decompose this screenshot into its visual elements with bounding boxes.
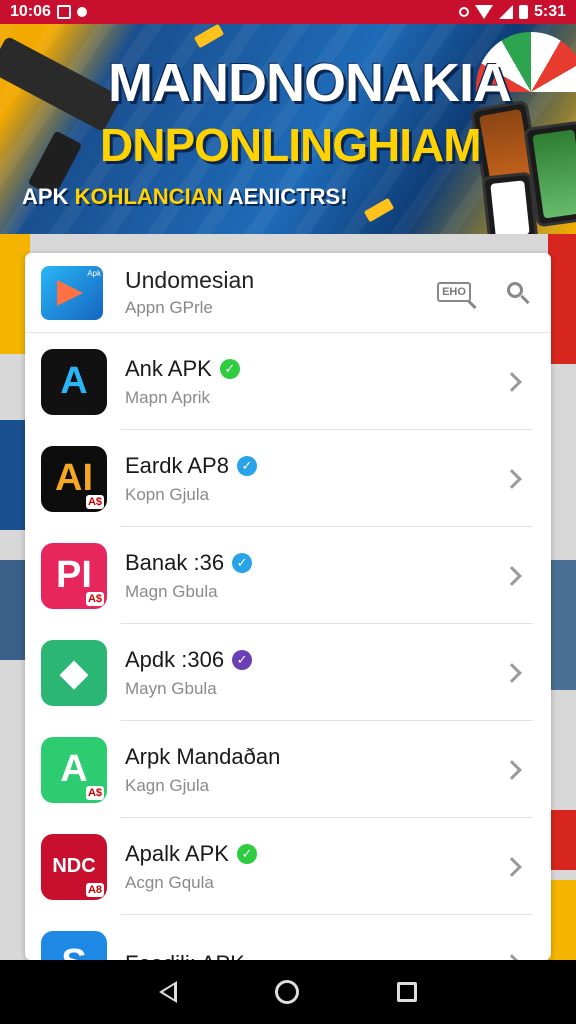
chevron-right-icon[interactable] (502, 371, 522, 392)
chevron-right-icon[interactable] (502, 565, 522, 586)
app-title: Apalk APK (125, 840, 229, 866)
app-text: Apalk APK ✓ Acgn Gqula (125, 841, 257, 893)
app-icon: A (41, 348, 107, 415)
verified-icon: ✓ (236, 455, 257, 476)
app-title: Banak :36 (125, 549, 225, 575)
store-logo-icon: Apk (41, 265, 103, 320)
app-icon-mini-label: A$ (85, 591, 104, 606)
status-time-right: 5:31 (533, 3, 566, 20)
app-icon-glyph: A (60, 360, 88, 402)
app-title-line: Foadili: APK (125, 951, 245, 961)
app-list-item[interactable]: A A$ Arpk Mandaðan Kagn Gjula (25, 721, 551, 818)
header-subtitle: Appn GPrle (125, 298, 213, 317)
app-title-line: Banak :36 ✓ (125, 549, 253, 576)
notification-icon (56, 5, 71, 19)
status-left: 10:06 (10, 3, 87, 21)
navigation-bar (0, 960, 576, 1024)
status-time-left: 10:06 (10, 3, 51, 20)
app-icon: S (41, 930, 107, 960)
app-icon-mini-label: A8 (85, 882, 104, 897)
app-title: Eardk AP8 (125, 452, 229, 478)
app-icon: ◆ (41, 639, 107, 706)
app-text: Foadili: APK (125, 951, 245, 961)
app-icon: NDC A8 (41, 833, 107, 900)
search-icon[interactable] (505, 280, 531, 306)
app-icon: AI A$ (41, 445, 107, 512)
app-icon: PI A$ (41, 542, 107, 609)
app-subtitle: Mayn Gbula (125, 678, 217, 698)
chevron-right-icon[interactable] (502, 662, 522, 683)
app-icon: A A$ (41, 736, 107, 803)
battery-icon (518, 5, 528, 19)
bg-stripe-right-blue (548, 560, 576, 690)
app-subtitle: Kagn Gjula (125, 775, 210, 795)
app-title: Foadili: APK (125, 951, 245, 961)
app-subtitle: Kopn Gjula (125, 484, 210, 504)
wifi-icon (474, 5, 493, 19)
verified-icon: ✓ (232, 552, 253, 573)
app-title: Arpk Mandaðan (125, 743, 281, 769)
promo-banner[interactable]: MANDNONAKIA DNPONLINGHIAM APK KOHLANCIAN… (0, 24, 576, 234)
bg-stripe-right-yellow (548, 880, 576, 960)
app-subtitle: Acgn Gqula (125, 872, 214, 892)
app-title: Ank APK (125, 355, 212, 381)
app-title-line: Ank APK ✓ (125, 356, 240, 382)
banner-subtitle: APK KOHLANCIAN AENICTRS! (22, 184, 348, 210)
app-list-item[interactable]: PI A$ Banak :36 ✓ Magn Gbula (25, 527, 551, 624)
app-list-card: Apk Undomesian Appn GPrle EHO A Ank APK ✓ M… (25, 253, 551, 960)
header-actions: EHO (437, 280, 531, 309)
bg-stripe-right-red (548, 234, 576, 364)
back-icon[interactable] (159, 981, 177, 1003)
logo-tag: Apk (87, 268, 101, 278)
app-subtitle: Mapn Aprik (125, 387, 211, 407)
verified-icon: ✓ (219, 358, 240, 379)
app-icon-mini-label: A$ (85, 785, 104, 800)
app-subtitle: Magn Gbula (125, 581, 218, 601)
app-list-item[interactable]: AI A$ Eardk AP8 ✓ Kopn Gjula (25, 430, 551, 527)
app-list-item[interactable]: NDC A8 Apalk APK ✓ Acgn Gqula (25, 818, 551, 915)
banner-subtitle-accent: KOHLANCIAN (74, 184, 223, 209)
app-list: A Ank APK ✓ Mapn Aprik AI A$ Eardk AP8 ✓ Kopn Gj… (25, 333, 551, 960)
header-text: Undomesian Appn GPrle (125, 267, 254, 318)
chevron-right-icon[interactable] (502, 759, 522, 780)
location-icon (76, 7, 87, 17)
app-text: Eardk AP8 ✓ Kopn Gjula (125, 453, 257, 505)
status-right: 5:31 (458, 3, 566, 21)
banner-subtitle-suffix: AENICTRS! (227, 184, 348, 209)
badge-icon[interactable]: EHO (437, 280, 479, 309)
app-title-line: Apalk APK ✓ (125, 841, 257, 867)
app-title-line: Apdk :306 ✓ (125, 646, 253, 673)
home-icon[interactable] (275, 980, 299, 1004)
badge-text: EHO (437, 281, 471, 302)
verified-icon: ✓ (236, 843, 257, 864)
app-icon-glyph: S (41, 931, 107, 960)
app-text: Banak :36 ✓ Magn Gbula (125, 549, 253, 602)
chevron-right-icon[interactable] (502, 856, 522, 877)
status-bar: 10:06 5:31 (0, 0, 576, 24)
recents-icon[interactable] (397, 982, 417, 1002)
app-text: Ank APK ✓ Mapn Aprik (125, 356, 240, 408)
app-text: Apdk :306 ✓ Mayn Gbula (125, 646, 253, 699)
banner-subtitle-prefix: APK (22, 184, 69, 209)
app-list-item[interactable]: S Foadili: APK (25, 915, 551, 960)
chevron-right-icon[interactable] (502, 468, 522, 489)
app-text: Arpk Mandaðan Kagn Gjula (125, 744, 280, 796)
app-list-item[interactable]: ◆ Apdk :306 ✓ Mayn Gbula (25, 624, 551, 721)
app-list-item[interactable]: A Ank APK ✓ Mapn Aprik (25, 333, 551, 430)
alarm-icon (458, 7, 469, 17)
app-icon-mini-label: A$ (85, 494, 104, 509)
card-header: Apk Undomesian Appn GPrle EHO (25, 253, 551, 333)
app-icon-glyph: ◆ (59, 652, 89, 694)
app-title-line: Arpk Mandaðan (125, 744, 280, 770)
bg-stripe-right-orange (548, 810, 576, 870)
banner-title-line2: DNPONLINGHIAM (100, 119, 482, 171)
verified-icon: ✓ (232, 649, 253, 670)
signal-icon (498, 5, 513, 19)
phone-image (481, 171, 539, 234)
app-title-line: Eardk AP8 ✓ (125, 453, 257, 479)
header-title: Undomesian (125, 267, 255, 293)
app-title: Apdk :306 (125, 646, 225, 672)
banner-title-line1: MANDNONAKIA (108, 53, 512, 113)
